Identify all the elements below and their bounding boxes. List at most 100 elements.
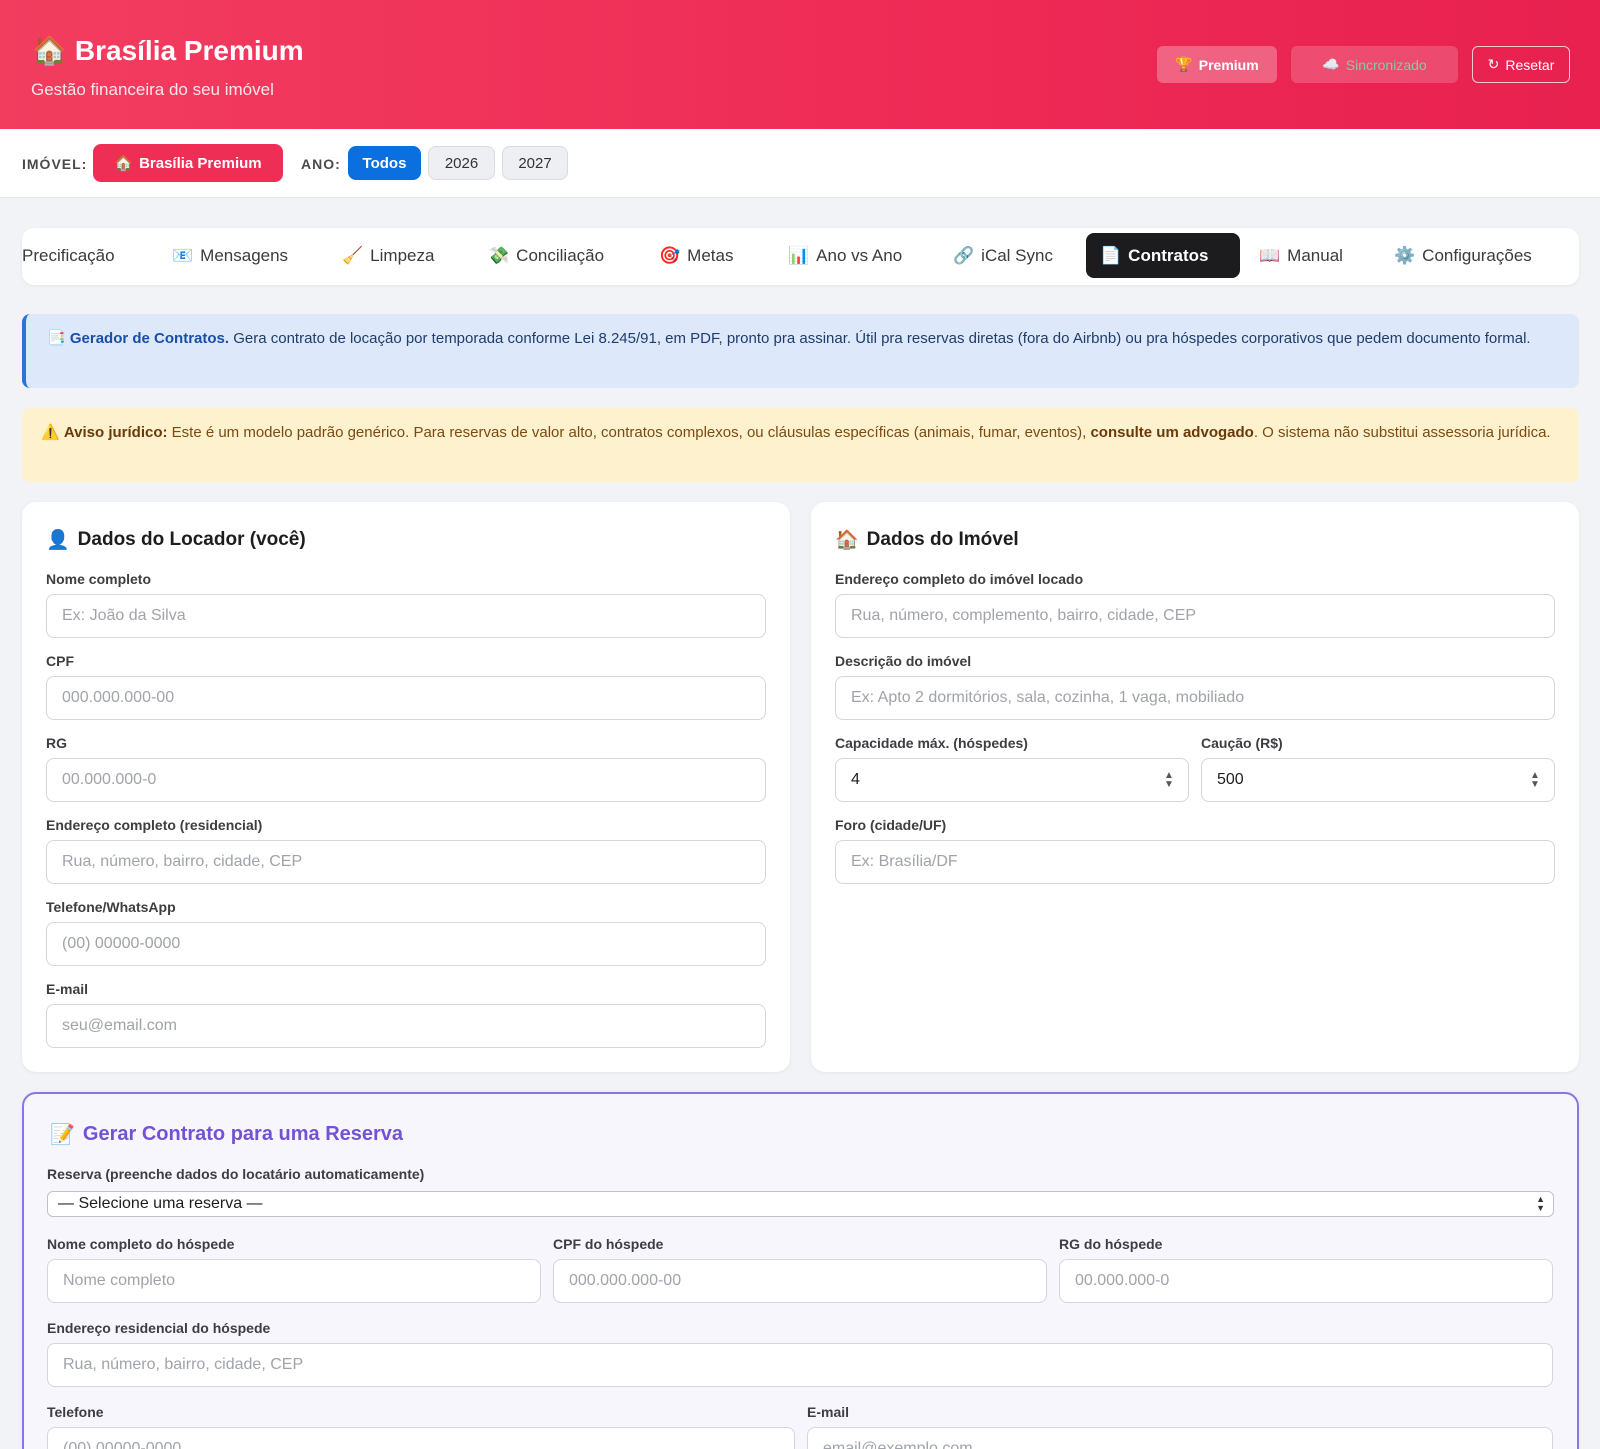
cloud-icon: ☁️ bbox=[1322, 56, 1340, 72]
tab-configuracoes[interactable]: ⚙️ Configurações bbox=[1380, 233, 1546, 278]
gear-icon: ⚙️ bbox=[1394, 245, 1416, 265]
guest-rg-input[interactable]: 00.000.000-0 bbox=[1059, 1259, 1553, 1303]
house-icon: 🏠 bbox=[835, 530, 859, 551]
year-chip-2026[interactable]: 2026 bbox=[428, 146, 495, 180]
tab-contratos[interactable]: 📄 Contratos bbox=[1086, 233, 1240, 278]
tab-conciliacao[interactable]: 💸 Conciliação bbox=[474, 233, 618, 278]
legal-warning-banner: ⚠️ Aviso jurídico: Este é um modelo padr… bbox=[22, 408, 1579, 482]
landlord-address-input[interactable]: Rua, número, bairro, cidade, CEP bbox=[46, 840, 766, 884]
reservation-select[interactable]: — Selecione uma reserva — ▲ ▼ bbox=[47, 1191, 1554, 1217]
tab-label: Limpeza bbox=[370, 245, 435, 265]
house-icon: 🏠 bbox=[32, 35, 67, 66]
landlord-rg-input[interactable]: 00.000.000-0 bbox=[46, 758, 766, 802]
forum-label: Foro (cidade/UF) bbox=[835, 817, 947, 833]
guest-address-input[interactable]: Rua, número, bairro, cidade, CEP bbox=[47, 1343, 1553, 1387]
envelope-icon: 📧 bbox=[172, 245, 194, 265]
app-title-text: Brasília Premium bbox=[74, 34, 304, 66]
trophy-icon: 🏆 bbox=[1175, 56, 1193, 72]
capacity-value: 4 bbox=[851, 771, 860, 788]
document-icon: 📑 bbox=[47, 330, 66, 347]
landlord-card-title: 👤 Dados do Locador (você) bbox=[46, 528, 306, 552]
guest-cpf-label: CPF do hóspede bbox=[553, 1236, 664, 1252]
property-address-label: Endereço completo do imóvel locado bbox=[835, 571, 1084, 587]
guest-name-input[interactable]: Nome completo bbox=[47, 1259, 541, 1303]
link-icon: 🔗 bbox=[953, 245, 975, 265]
tab-limpeza[interactable]: 🧹 Limpeza bbox=[328, 233, 448, 278]
property-card-title: 🏠 Dados do Imóvel bbox=[835, 528, 1019, 552]
property-address-input[interactable]: Rua, número, complemento, bairro, cidade… bbox=[835, 594, 1555, 638]
info-banner-title: Gerador de Contratos. bbox=[69, 330, 230, 347]
property-card: 🏠 Dados do Imóvel Endereço completo do i… bbox=[811, 502, 1579, 1072]
landlord-title-text: Dados do Locador (você) bbox=[77, 529, 306, 550]
tab-metas[interactable]: 🎯 Metas bbox=[645, 233, 747, 278]
contract-title-text: Gerar Contrato para uma Reserva bbox=[82, 1123, 404, 1145]
warning-icon: ⚠️ bbox=[41, 424, 60, 441]
landlord-name-input[interactable]: Ex: João da Silva bbox=[46, 594, 766, 638]
stepper-icon[interactable]: ▲ ▼ bbox=[1164, 771, 1174, 790]
year-chip-2027[interactable]: 2027 bbox=[502, 146, 568, 180]
refresh-icon: ↻ bbox=[1487, 56, 1500, 72]
app-title: 🏠 Brasília Premium bbox=[32, 34, 304, 67]
landlord-card: 👤 Dados do Locador (você) Nome completo … bbox=[22, 502, 790, 1072]
year-chip-todos[interactable]: Todos bbox=[348, 146, 421, 180]
warning-title: Aviso jurídico: bbox=[63, 424, 168, 441]
select-chevron-icon: ▲ ▼ bbox=[1536, 1194, 1545, 1213]
year-filter-label: ANO: bbox=[301, 156, 341, 172]
landlord-name-label: Nome completo bbox=[46, 571, 152, 587]
info-banner-text: Gera contrato de locação por temporada c… bbox=[229, 330, 1531, 347]
reservation-label: Reserva (preenche dados do locatário aut… bbox=[47, 1166, 425, 1182]
landlord-address-label: Endereço completo (residencial) bbox=[46, 817, 263, 833]
memo-icon: 📝 bbox=[50, 1124, 75, 1146]
contract-generator-card: 📝 Gerar Contrato para uma Reserva Reserv… bbox=[22, 1092, 1579, 1449]
deposit-input[interactable]: 500 ▲ ▼ bbox=[1201, 758, 1555, 802]
landlord-rg-label: RG bbox=[46, 735, 67, 751]
tab-manual[interactable]: 📖 Manual bbox=[1245, 233, 1357, 278]
property-filter-label: IMÓVEL: bbox=[22, 156, 88, 172]
deposit-value: 500 bbox=[1217, 771, 1244, 788]
app-header: 🏠 Brasília Premium Gestão financeira do … bbox=[0, 0, 1600, 129]
guest-phone-input[interactable]: (00) 00000-0000 bbox=[47, 1427, 795, 1449]
tab-ano-vs-ano[interactable]: 📊 Ano vs Ano bbox=[774, 233, 916, 278]
property-title-text: Dados do Imóvel bbox=[866, 529, 1019, 550]
house-icon: 🏠 bbox=[114, 155, 134, 172]
capacity-input[interactable]: 4 ▲ ▼ bbox=[835, 758, 1189, 802]
landlord-cpf-input[interactable]: 000.000.000-00 bbox=[46, 676, 766, 720]
tab-label: Metas bbox=[687, 245, 734, 265]
tab-mensagens[interactable]: 📧 Mensagens bbox=[158, 233, 302, 278]
tab-label: Configurações bbox=[1422, 245, 1532, 265]
property-description-input[interactable]: Ex: Apto 2 dormitórios, sala, cozinha, 1… bbox=[835, 676, 1555, 720]
property-description-label: Descrição do imóvel bbox=[835, 653, 972, 669]
forum-input[interactable]: Ex: Brasília/DF bbox=[835, 840, 1555, 884]
property-chip[interactable]: 🏠 Brasília Premium bbox=[93, 144, 283, 182]
landlord-email-label: E-mail bbox=[46, 981, 89, 997]
capacity-label: Capacidade máx. (hóspedes) bbox=[835, 735, 1028, 751]
premium-button[interactable]: 🏆 Premium bbox=[1157, 46, 1277, 83]
landlord-phone-label: Telefone/WhatsApp bbox=[46, 899, 176, 915]
reservation-selected: — Selecione uma reserva — bbox=[58, 1195, 263, 1212]
guest-cpf-input[interactable]: 000.000.000-00 bbox=[553, 1259, 1047, 1303]
reset-label: Resetar bbox=[1505, 56, 1555, 73]
guest-email-label: E-mail bbox=[807, 1404, 850, 1420]
stepper-icon[interactable]: ▲ ▼ bbox=[1530, 771, 1540, 790]
landlord-email-input[interactable]: seu@email.com bbox=[46, 1004, 766, 1048]
tab-ical-sync[interactable]: 🔗 iCal Sync bbox=[939, 233, 1067, 278]
app-subtitle: Gestão financeira do seu imóvel bbox=[31, 80, 274, 99]
sync-status-button[interactable]: ☁️ Sincronizado bbox=[1291, 46, 1458, 83]
reset-button[interactable]: ↻ Resetar bbox=[1472, 46, 1570, 83]
landlord-phone-input[interactable]: (00) 00000-0000 bbox=[46, 922, 766, 966]
warning-text-2: . O sistema não substitui assessoria jur… bbox=[1253, 424, 1551, 441]
bar-chart-icon: 📊 bbox=[788, 245, 810, 265]
document-icon: 📄 bbox=[1100, 245, 1122, 265]
deposit-label: Caução (R$) bbox=[1201, 735, 1283, 751]
guest-rg-label: RG do hóspede bbox=[1059, 1236, 1163, 1252]
landlord-cpf-label: CPF bbox=[46, 653, 74, 669]
contract-card-title: 📝 Gerar Contrato para uma Reserva bbox=[50, 1122, 403, 1147]
guest-email-input[interactable]: email@exemplo.com bbox=[807, 1427, 1553, 1449]
premium-label: Premium bbox=[1198, 56, 1259, 73]
broom-icon: 🧹 bbox=[342, 245, 364, 265]
filter-bar: IMÓVEL: 🏠 Brasília Premium ANO: Todos 20… bbox=[0, 129, 1600, 198]
property-chip-label: Brasília Premium bbox=[139, 154, 262, 172]
guest-address-label: Endereço residencial do hóspede bbox=[47, 1320, 271, 1336]
tab-precificacao[interactable]: Precificação bbox=[8, 233, 129, 278]
tab-label: Contratos bbox=[1128, 245, 1209, 265]
